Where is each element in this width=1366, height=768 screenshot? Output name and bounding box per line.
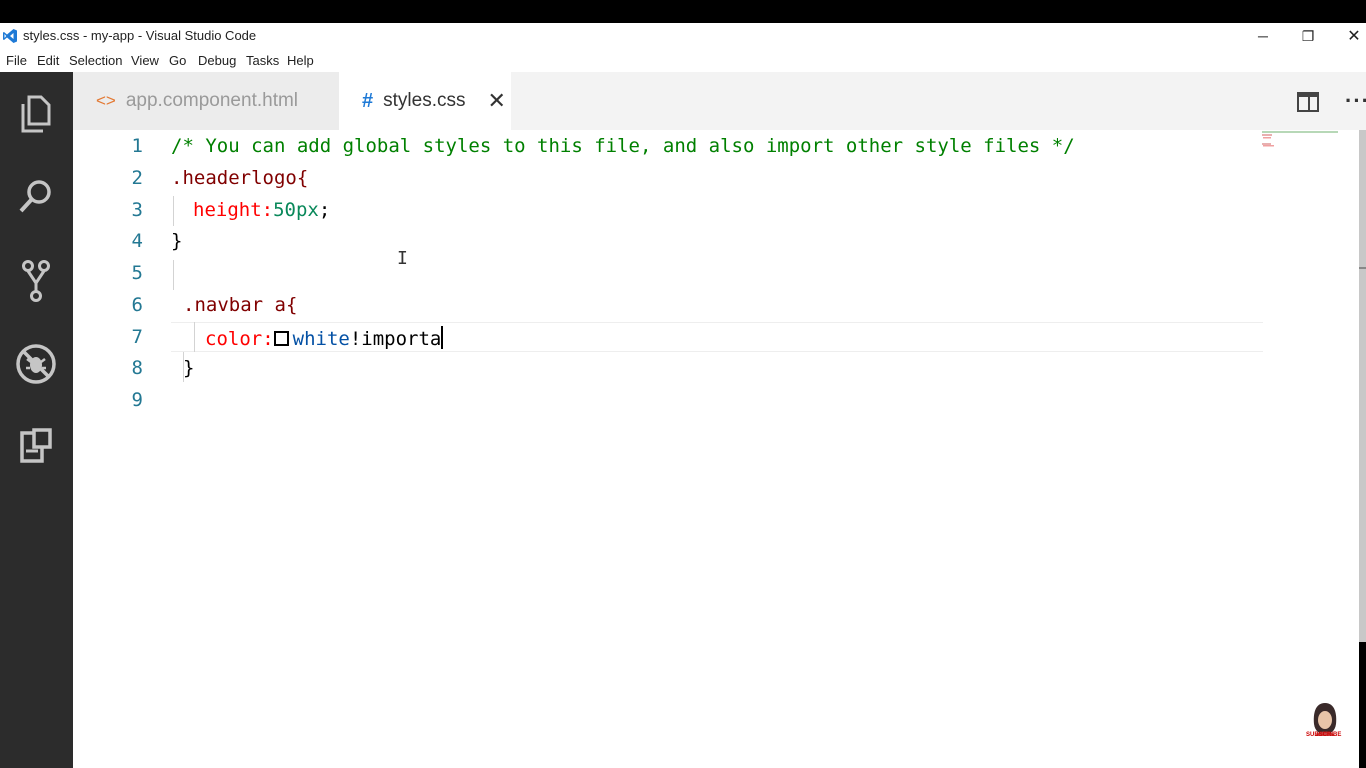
html-file-icon: <>	[96, 91, 116, 110]
line-number: 6	[131, 294, 143, 316]
color-swatch[interactable]	[273, 331, 289, 346]
code-editor[interactable]: 1 2 3 4 5 6 7 8 9 /* You can add global …	[73, 130, 1359, 768]
line-number: 8	[131, 357, 143, 379]
explorer-icon[interactable]	[14, 92, 58, 136]
window-title: styles.css - my-app - Visual Studio Code	[23, 28, 257, 43]
tab-label: styles.css	[383, 90, 466, 111]
minimize-button[interactable]: ─	[1248, 25, 1278, 47]
vscode-logo-icon	[3, 29, 17, 43]
tab-label: app.component.html	[125, 90, 299, 111]
menu-bar: File Edit Selection View Go Debug Tasks …	[0, 49, 1366, 72]
vertical-scrollbar[interactable]	[1359, 130, 1366, 642]
menu-edit[interactable]: Edit	[37, 53, 59, 68]
menu-view[interactable]: View	[131, 53, 159, 68]
indent-guide	[173, 196, 174, 226]
more-actions-icon[interactable]: ···	[1345, 88, 1366, 114]
menu-debug[interactable]: Debug	[198, 53, 236, 68]
line-number: 7	[131, 326, 143, 348]
extensions-icon[interactable]	[14, 425, 58, 469]
tab-app-component-html[interactable]: <> app.component.html	[73, 72, 339, 130]
activity-bar	[0, 72, 73, 768]
source-control-icon[interactable]	[14, 259, 58, 303]
mouse-ibeam-icon: I	[397, 248, 408, 269]
scrollbar-cursor-marker	[1359, 267, 1366, 269]
search-icon[interactable]	[14, 175, 58, 219]
code-line-4: }	[171, 230, 183, 252]
code-line-7: color: white!importa	[205, 326, 444, 350]
indent-guide	[173, 260, 174, 290]
code-line-2: .headerlogo{	[171, 167, 309, 189]
menu-help[interactable]: Help	[287, 53, 314, 68]
menu-tasks[interactable]: Tasks	[246, 53, 279, 68]
indent-guide	[194, 322, 195, 352]
menu-file[interactable]: File	[6, 53, 27, 68]
semicolon: ;	[318, 199, 331, 221]
minimap[interactable]	[1260, 130, 1355, 160]
css-value: 50px	[273, 199, 319, 221]
debug-icon[interactable]	[14, 342, 58, 386]
line-number: 2	[131, 167, 143, 189]
subscribe-watermark: SUBSCRIBE	[1303, 700, 1347, 744]
code-line-1: /* You can add global styles to this fil…	[171, 135, 1075, 157]
tab-styles-css[interactable]: # styles.css ✕	[339, 72, 511, 130]
css-file-icon: #	[362, 89, 374, 112]
menu-go[interactable]: Go	[169, 53, 186, 68]
close-tab-icon[interactable]: ✕	[487, 88, 505, 114]
css-value: white	[292, 328, 350, 350]
code-line-6: .navbar a{	[183, 294, 298, 316]
line-number: 1	[131, 135, 143, 157]
css-property: height:	[193, 199, 274, 221]
line-number: 4	[131, 230, 143, 252]
split-editor-icon[interactable]	[1297, 92, 1319, 112]
line-number: 9	[131, 389, 143, 411]
subscribe-label: SUBSCRIBE	[1306, 732, 1342, 738]
line-number: 3	[131, 199, 143, 221]
title-bar: styles.css - my-app - Visual Studio Code…	[0, 23, 1366, 49]
menu-selection[interactable]: Selection	[69, 53, 122, 68]
close-window-button[interactable]: ✕	[1339, 25, 1366, 47]
tab-bar: <> app.component.html # styles.css ✕ ···	[73, 72, 1366, 130]
top-black-bar	[0, 0, 1366, 23]
text-cursor	[441, 326, 444, 349]
line-number: 5	[131, 262, 143, 284]
code-line-3: height:50px;	[193, 199, 330, 221]
code-line-8: }	[183, 357, 195, 379]
restore-button[interactable]: ❐	[1293, 25, 1323, 47]
typed-text: !importa	[349, 328, 442, 350]
css-property: color:	[205, 328, 274, 350]
